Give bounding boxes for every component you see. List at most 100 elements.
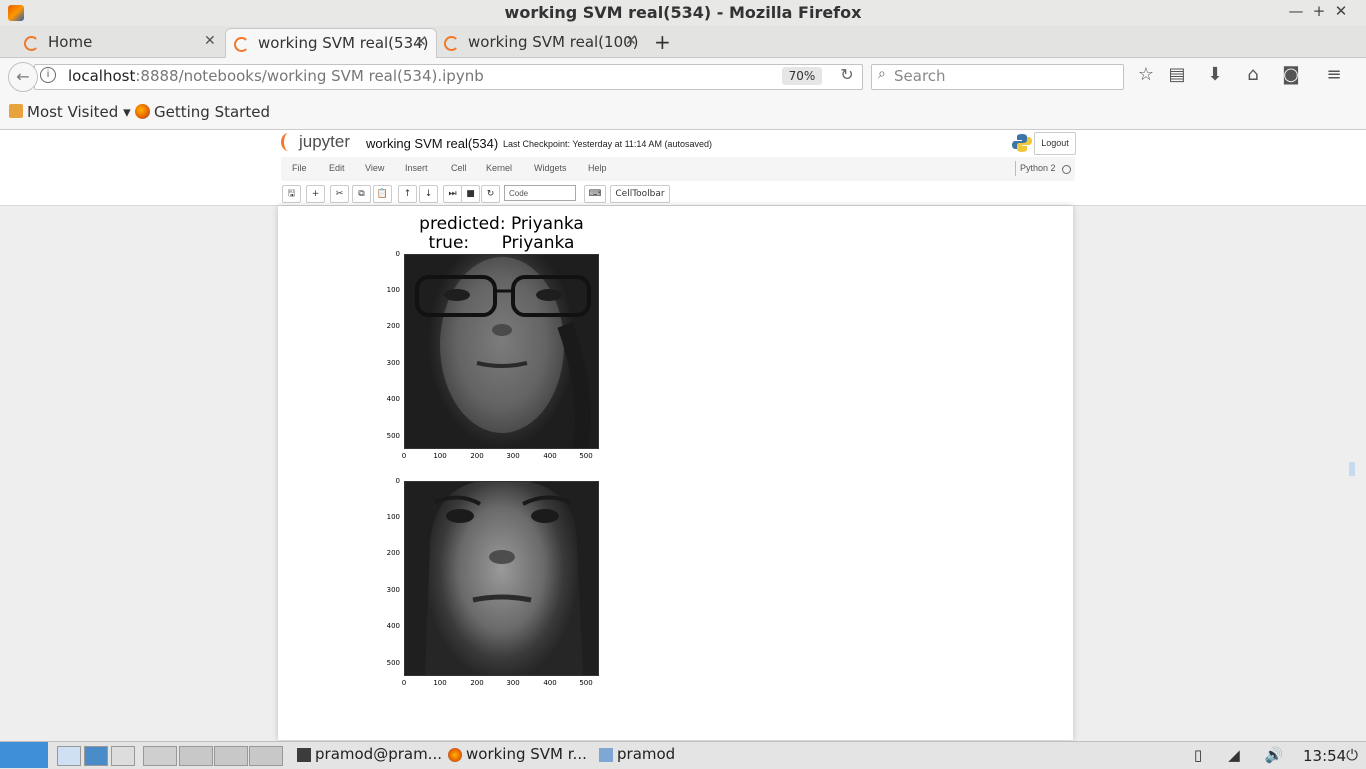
battery-icon[interactable]: ▯ xyxy=(1188,746,1208,764)
menu-cell[interactable]: Cell xyxy=(451,163,467,173)
kernel-separator xyxy=(1015,161,1016,176)
bookmark-most-visited[interactable]: Most Visited ▾ xyxy=(27,103,131,121)
taskbar-item-folder[interactable]: pramod xyxy=(597,745,697,766)
menu-widgets[interactable]: Widgets xyxy=(534,163,567,173)
copy-icon[interactable]: ⧉ xyxy=(352,185,371,203)
x-tick: 200 xyxy=(470,679,484,687)
pocket-icon[interactable]: ◙ xyxy=(1280,64,1302,85)
tab-close-icon[interactable]: ✕ xyxy=(204,33,216,49)
firefox-icon xyxy=(135,104,150,119)
plot-title-true: true: Priyanka xyxy=(428,233,575,253)
face-features-1 xyxy=(415,257,591,448)
minimize-button[interactable]: — xyxy=(1286,2,1306,20)
clock[interactable]: 13:54 xyxy=(1303,747,1346,765)
restart-icon[interactable]: ↻ xyxy=(481,185,500,203)
kernel-idle-icon xyxy=(1062,165,1071,174)
celltoolbar-button[interactable]: CellToolbar xyxy=(610,185,670,203)
close-window-button[interactable]: ✕ xyxy=(1331,2,1351,20)
python-logo-icon xyxy=(1012,134,1032,152)
star-icon[interactable]: ☆ xyxy=(1135,64,1157,85)
jupyter-logo-text[interactable]: jupyter xyxy=(299,132,350,152)
tab-close-icon[interactable]: ✕ xyxy=(625,33,637,49)
site-info-icon[interactable]: i xyxy=(40,67,56,83)
network-icon[interactable]: ◢ xyxy=(1224,746,1244,764)
y-tick: 200 xyxy=(386,322,400,330)
run-icon[interactable]: ⏭ xyxy=(443,185,462,203)
window-title: working SVM real(534) - Mozilla Firefox xyxy=(504,3,862,22)
tab-working-svm-100[interactable]: working SVM real(100) ✕ xyxy=(436,28,644,57)
download-icon[interactable]: ⬇ xyxy=(1204,64,1226,85)
search-placeholder: Search xyxy=(894,67,946,85)
tab-close-icon[interactable]: ✕ xyxy=(415,34,427,50)
settings-launcher[interactable] xyxy=(84,746,108,766)
y-tick: 200 xyxy=(386,549,400,557)
file-manager-launcher[interactable] xyxy=(57,746,81,766)
y-tick: 500 xyxy=(386,659,400,667)
reload-icon[interactable]: ↻ xyxy=(836,65,858,84)
taskbar-item-firefox[interactable]: working SVM r... xyxy=(446,745,591,766)
jupyter-menubar xyxy=(281,157,1075,181)
zoom-level-badge[interactable]: 70% xyxy=(782,67,822,85)
workspace-2[interactable] xyxy=(214,746,248,766)
folder-icon xyxy=(9,104,23,118)
menu-edit[interactable]: Edit xyxy=(329,163,345,173)
menu-kernel[interactable]: Kernel xyxy=(486,163,512,173)
y-tick: 400 xyxy=(386,395,400,403)
firefox-launcher[interactable] xyxy=(143,746,177,766)
menu-icon[interactable]: ≡ xyxy=(1323,64,1345,85)
move-down-icon[interactable]: ↓ xyxy=(419,185,438,203)
y-tick: 0 xyxy=(395,250,400,258)
task-label: pramod@pram... xyxy=(315,745,442,763)
bookmark-getting-started[interactable]: Getting Started xyxy=(154,103,270,121)
notebook-name[interactable]: working SVM real(534) xyxy=(366,136,498,151)
maximize-button[interactable]: + xyxy=(1309,2,1329,20)
tab-label: Home xyxy=(48,33,93,51)
home-icon[interactable]: ⌂ xyxy=(1242,64,1264,85)
search-icon: ⌕ xyxy=(878,66,886,82)
terminal-icon xyxy=(297,748,311,762)
menu-view[interactable]: View xyxy=(365,163,384,173)
menu-file[interactable]: File xyxy=(292,163,307,173)
jupyter-tab-icon xyxy=(24,36,39,51)
save-icon[interactable]: 🖫 xyxy=(282,185,301,203)
workspace-3[interactable] xyxy=(249,746,283,766)
cell-type-select[interactable]: Code xyxy=(504,185,576,201)
workspace-1[interactable] xyxy=(179,746,213,766)
y-tick: 0 xyxy=(395,477,400,485)
tab-working-svm-534[interactable]: working SVM real(534) ✕ xyxy=(225,28,437,58)
reading-list-icon[interactable]: ▤ xyxy=(1166,64,1188,85)
tab-label: working SVM real(534) xyxy=(258,34,429,52)
menu-insert[interactable]: Insert xyxy=(405,163,428,173)
cut-icon[interactable]: ✂ xyxy=(330,185,349,203)
firefox-icon xyxy=(448,748,462,762)
scrollbar-thumb[interactable] xyxy=(1349,462,1355,476)
back-button[interactable]: ← xyxy=(8,62,38,92)
tab-home[interactable]: Home ✕ xyxy=(16,28,224,57)
window-launcher[interactable] xyxy=(111,746,135,766)
menu-help[interactable]: Help xyxy=(588,163,607,173)
paste-icon[interactable]: 📋 xyxy=(373,185,392,203)
face-image-1 xyxy=(404,254,599,449)
x-tick: 0 xyxy=(401,452,407,460)
new-tab-button[interactable]: + xyxy=(654,30,671,54)
url-text[interactable]: localhost:8888/notebooks/working SVM rea… xyxy=(68,67,484,85)
power-icon[interactable]: ⏻ xyxy=(1342,746,1362,764)
stop-icon[interactable]: ■ xyxy=(461,185,480,203)
folder-icon xyxy=(599,748,613,762)
y-tick: 100 xyxy=(386,286,400,294)
add-cell-icon[interactable]: + xyxy=(306,185,325,203)
jupyter-tab-icon xyxy=(234,37,249,52)
tab-label: working SVM real(100) xyxy=(468,33,639,51)
start-menu-button[interactable] xyxy=(0,742,48,768)
logout-button[interactable]: Logout xyxy=(1034,132,1076,155)
move-up-icon[interactable]: ↑ xyxy=(398,185,417,203)
taskbar-item-terminal[interactable]: pramod@pram... xyxy=(295,745,442,766)
x-tick: 500 xyxy=(579,452,593,460)
plot-title-predicted: predicted: Priyanka xyxy=(419,214,584,234)
keyboard-icon[interactable]: ⌨ xyxy=(584,185,606,203)
x-tick: 200 xyxy=(470,452,484,460)
y-tick: 500 xyxy=(386,432,400,440)
volume-icon[interactable]: 🔊 xyxy=(1264,746,1284,764)
face-image-2 xyxy=(404,481,599,676)
jupyter-logo-icon[interactable] xyxy=(281,133,296,151)
